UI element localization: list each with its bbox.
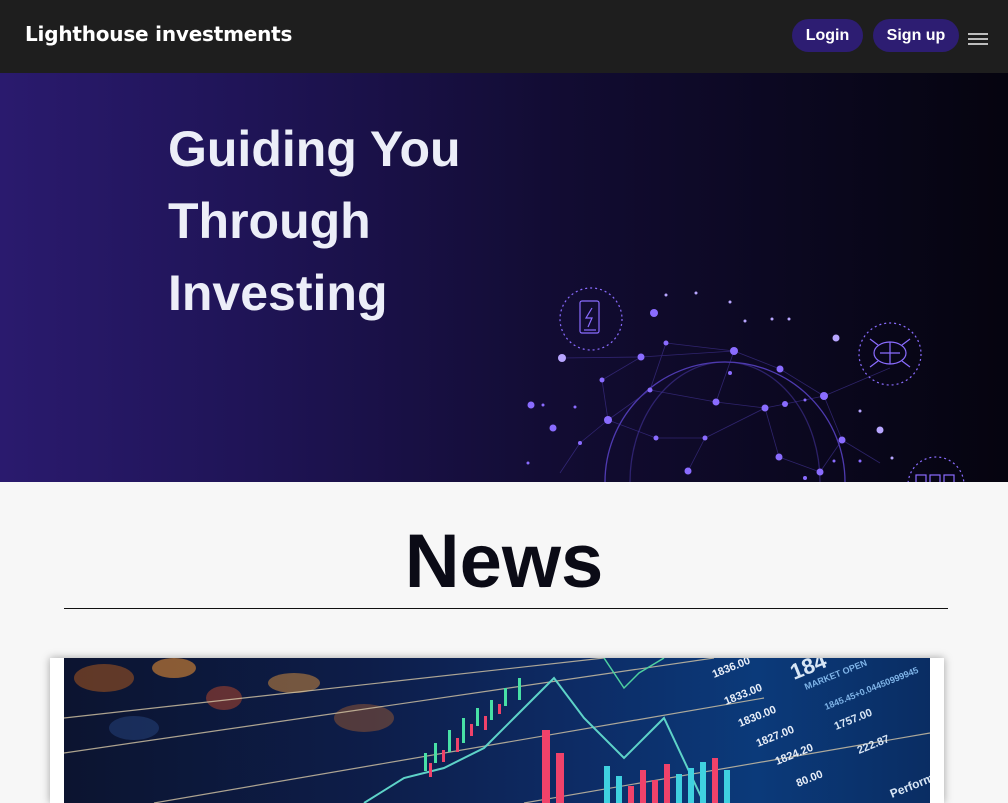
- top-navbar: Lighthouse investments Login Sign up: [0, 0, 1008, 73]
- phone-battery-icon: [559, 287, 623, 351]
- performance-label: Perform: [888, 771, 930, 801]
- brand-logo-text[interactable]: Lighthouse investments: [25, 22, 292, 46]
- price-label: 222.87: [856, 733, 892, 757]
- stock-market-chart-image: 1836.00 1833.00 1830.00 1827.00 1824.20 …: [64, 658, 930, 803]
- login-button[interactable]: Login: [792, 19, 863, 52]
- price-label: 1833.00: [723, 682, 764, 708]
- section-divider: [64, 608, 948, 609]
- news-card[interactable]: 1836.00 1833.00 1830.00 1827.00 1824.20 …: [50, 658, 944, 803]
- brain-chip-icon: [858, 322, 922, 386]
- signup-button[interactable]: Sign up: [873, 19, 959, 52]
- hero-title-line: Guiding You: [168, 121, 461, 177]
- hamburger-menu-icon[interactable]: [968, 33, 988, 47]
- price-label: 1827.00: [755, 724, 796, 750]
- hero-title-line: Through: [168, 193, 371, 249]
- coins-icon: [907, 456, 965, 482]
- price-label: 1830.00: [737, 704, 778, 730]
- network-globe-illustration: [526, 287, 965, 482]
- hero-banner: Guiding You Through Investing: [0, 73, 1008, 482]
- price-label: 1757.00: [833, 707, 874, 733]
- news-heading: News: [404, 519, 604, 604]
- price-label: 1836.00: [711, 658, 752, 681]
- price-label: 80.00: [795, 768, 825, 789]
- price-label: 1824.20: [774, 742, 815, 768]
